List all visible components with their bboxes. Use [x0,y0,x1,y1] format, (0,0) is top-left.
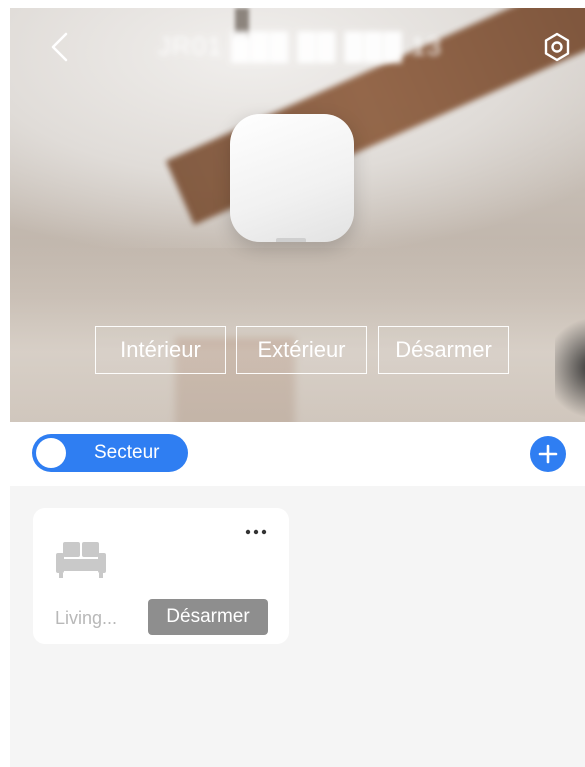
rooms-grid: Living... Désarmer [10,486,585,767]
device-title-text: JR01 ███ ██ ███ 13 [158,31,442,61]
mode-button-exterieur[interactable]: Extérieur [236,326,367,374]
settings-button[interactable] [542,32,572,62]
sofa-icon [56,542,106,578]
plus-icon [538,444,558,464]
add-room-button[interactable] [530,436,566,472]
app-screen: JR01 ███ ██ ███ 13 Intérieur Extérieur D… [0,0,585,767]
mode-button-desarmer[interactable]: Désarmer [378,326,509,374]
room-toolbar: Secteur [0,422,585,486]
room-name: Living... [55,608,118,628]
mode-button-interieur[interactable]: Intérieur [95,326,226,374]
room-status-badge[interactable]: Désarmer [148,599,268,635]
secteur-toggle[interactable]: Secteur [32,434,188,472]
room-more-button[interactable] [241,522,271,542]
settings-icon [544,32,570,62]
hub-device-image [230,114,354,242]
device-title: JR01 ███ ██ ███ 13 [150,26,450,66]
chevron-left-icon [51,32,68,62]
room-card[interactable]: Living... Désarmer [33,508,289,644]
toggle-knob [36,438,66,468]
more-horizontal-icon [245,529,267,535]
back-button[interactable] [44,30,74,64]
toggle-label: Secteur [94,442,160,463]
